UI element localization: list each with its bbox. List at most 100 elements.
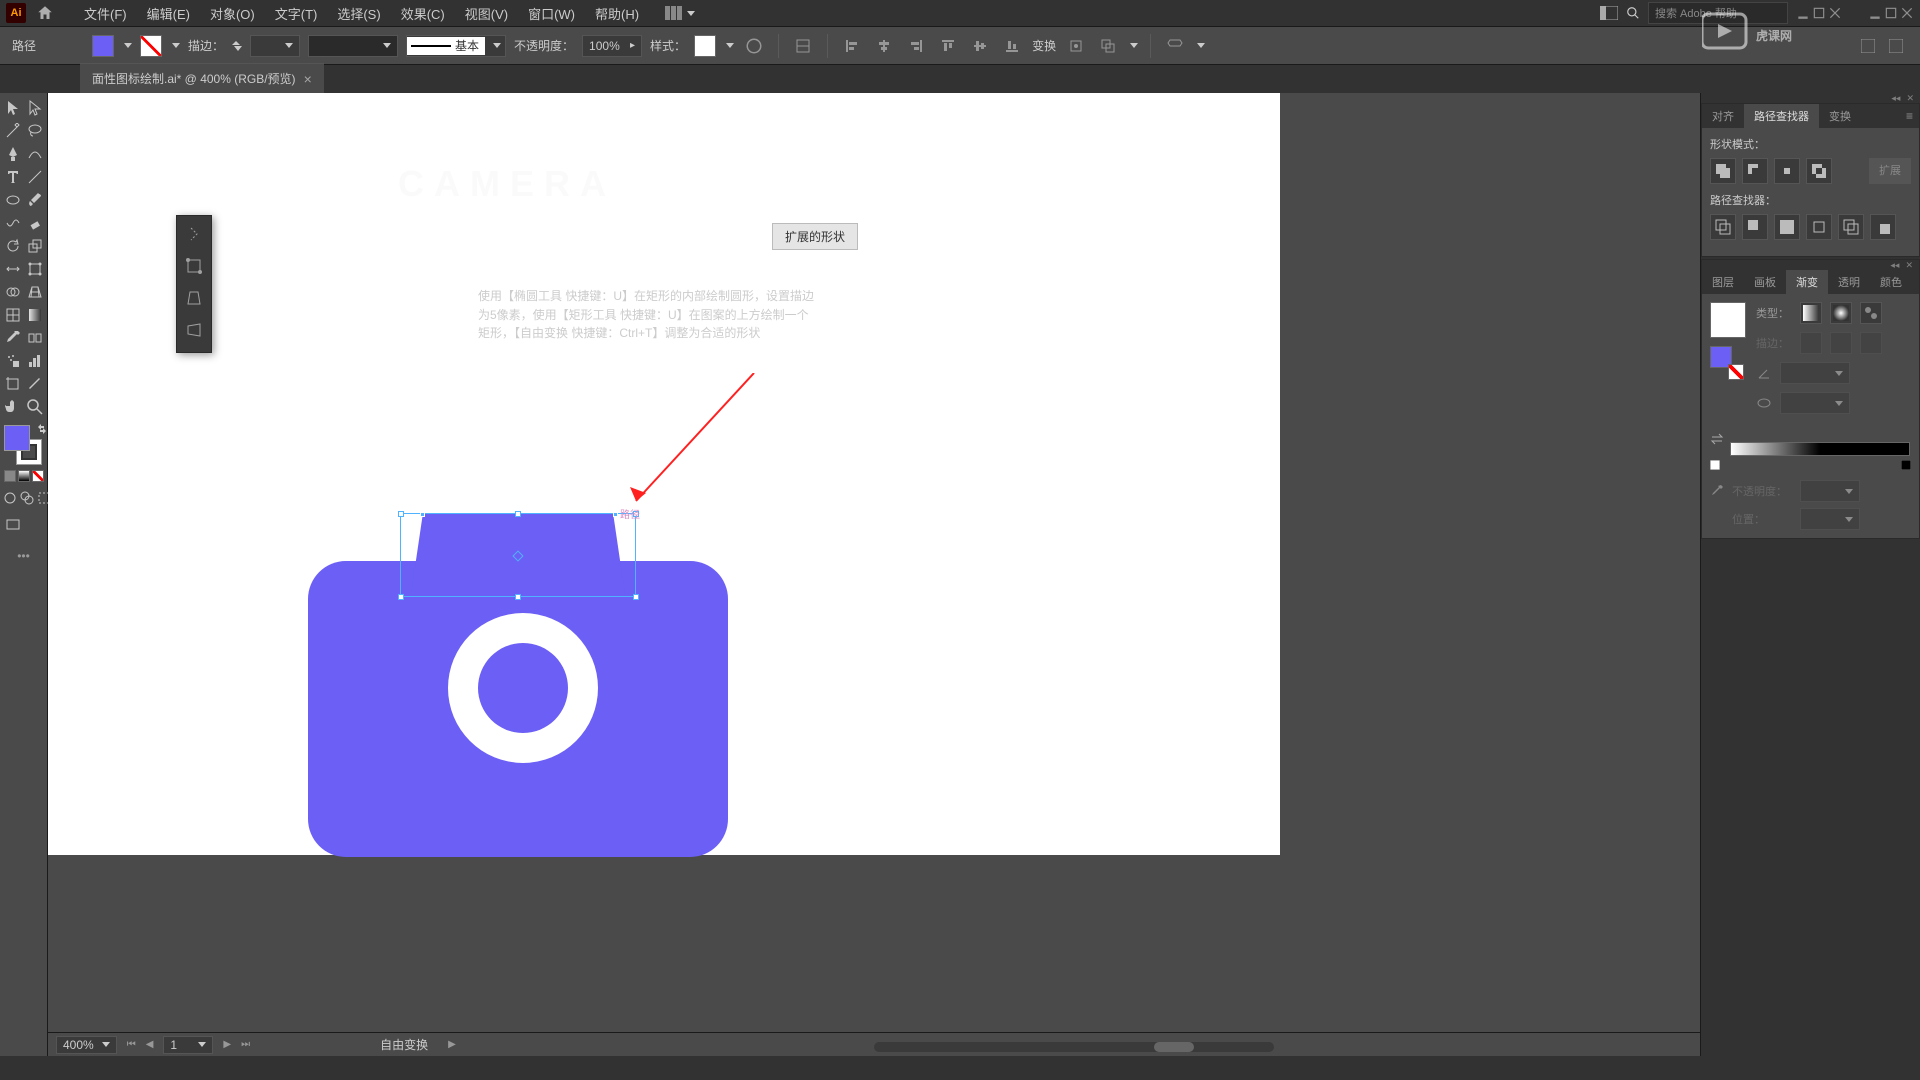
- draw-mode-normal[interactable]: [2, 487, 18, 509]
- anchor-point[interactable]: [420, 512, 425, 517]
- stroke-weight-input[interactable]: [250, 35, 300, 57]
- gradient-preview-swatch[interactable]: [1710, 302, 1746, 338]
- pf-minus-back[interactable]: [1870, 214, 1896, 240]
- menu-window[interactable]: 窗口(W): [518, 0, 585, 27]
- stroke-dropdown[interactable]: [172, 43, 180, 48]
- horizontal-scrollbar[interactable]: [874, 1042, 1274, 1052]
- gradient-tool[interactable]: [24, 304, 45, 326]
- symbol-sprayer-tool[interactable]: [2, 350, 23, 372]
- status-play-icon[interactable]: ▶: [448, 1039, 456, 1050]
- canvas-area[interactable]: CAMERA 路径 扩展的形状 使用【椭圆工具 快捷键：U】在矩形的内部绘制圆形…: [48, 93, 1700, 1056]
- pf-unite[interactable]: [1710, 158, 1736, 184]
- gradient-position-input[interactable]: [1800, 508, 1860, 530]
- selection-handle-br[interactable]: [633, 594, 639, 600]
- ft-constrain-icon[interactable]: [180, 220, 208, 248]
- pf-trim[interactable]: [1742, 214, 1768, 240]
- tab-gradient[interactable]: 渐变: [1786, 270, 1828, 294]
- menu-type[interactable]: 文字(T): [265, 0, 328, 27]
- artboard-tool[interactable]: [2, 373, 23, 395]
- panel-toggle-2[interactable]: [1884, 34, 1908, 58]
- transform-label[interactable]: 变换: [1032, 37, 1056, 54]
- menu-edit[interactable]: 编辑(E): [137, 0, 200, 27]
- gradient-slider[interactable]: [1730, 442, 1910, 456]
- artboard-first-icon[interactable]: ⏮: [127, 1039, 136, 1050]
- fill-stroke-indicator[interactable]: [4, 425, 44, 465]
- direct-selection-tool[interactable]: [24, 97, 45, 119]
- align-vcenter-icon[interactable]: [968, 34, 992, 58]
- search-input[interactable]: 搜索 Adobe 帮助: [1648, 2, 1788, 24]
- search-icon[interactable]: [1626, 6, 1640, 20]
- pen-tool[interactable]: [2, 143, 23, 165]
- align-left-icon[interactable]: [840, 34, 864, 58]
- pf-merge[interactable]: [1774, 214, 1800, 240]
- rotate-tool[interactable]: [2, 235, 23, 257]
- gradient-radial-icon[interactable]: [1830, 302, 1852, 324]
- free-transform-widget[interactable]: [176, 215, 212, 353]
- home-icon[interactable]: [36, 4, 54, 22]
- ft-perspective-icon[interactable]: [180, 284, 208, 312]
- tab-align[interactable]: 对齐: [1702, 104, 1744, 128]
- curvature-tool[interactable]: [24, 143, 45, 165]
- draw-mode-behind[interactable]: [19, 487, 35, 509]
- style-dropdown[interactable]: [726, 43, 734, 48]
- menu-object[interactable]: 对象(O): [200, 0, 265, 27]
- opacity-input[interactable]: 100%▸: [582, 35, 642, 57]
- fill-color-swatch[interactable]: [92, 35, 114, 57]
- mesh-tool[interactable]: [2, 304, 23, 326]
- type-tool[interactable]: [2, 166, 23, 188]
- eyedropper-tool[interactable]: [2, 327, 23, 349]
- arrange-docs[interactable]: [665, 6, 695, 20]
- layout-icon[interactable]: [1600, 6, 1618, 20]
- shaper-tool[interactable]: [2, 212, 23, 234]
- magic-wand-tool[interactable]: [2, 120, 23, 142]
- ft-free-distort-icon[interactable]: [180, 316, 208, 344]
- gradient-reverse-icon[interactable]: [1710, 432, 1724, 446]
- panel-collapse-strip[interactable]: ◂◂✕: [1702, 260, 1919, 270]
- panel-toggle-1[interactable]: [1856, 34, 1880, 58]
- selection-handle-tl[interactable]: [398, 511, 404, 517]
- rectangle-tool[interactable]: [2, 189, 23, 211]
- edit-toolbar-icon[interactable]: •••: [2, 549, 45, 563]
- swap-fill-stroke-icon[interactable]: [36, 423, 48, 435]
- app-window-controls[interactable]: [1868, 6, 1914, 20]
- pf-crop[interactable]: [1806, 214, 1832, 240]
- lasso-tool[interactable]: [24, 120, 45, 142]
- panel-menu-icon[interactable]: ≡: [1900, 109, 1919, 123]
- stroke-color-swatch[interactable]: [140, 35, 162, 57]
- tab-close-icon[interactable]: ×: [304, 71, 312, 87]
- shape-builder-tool[interactable]: [2, 281, 23, 303]
- menu-file[interactable]: 文件(F): [74, 0, 137, 27]
- zoom-tool[interactable]: [24, 396, 45, 418]
- pf-minus-front[interactable]: [1742, 158, 1768, 184]
- align-panel-icon[interactable]: [791, 34, 815, 58]
- hand-tool[interactable]: [2, 396, 23, 418]
- selection-handle-tc[interactable]: [515, 511, 521, 517]
- pf-exclude[interactable]: [1806, 158, 1832, 184]
- gradient-angle-input[interactable]: [1780, 362, 1850, 384]
- screen-mode[interactable]: [2, 514, 24, 536]
- fill-dropdown[interactable]: [124, 43, 132, 48]
- gradient-stop-start[interactable]: [1710, 460, 1720, 470]
- isolate-icon[interactable]: [1064, 34, 1088, 58]
- color-mode-swatches[interactable]: [4, 470, 45, 482]
- zoom-level-combo[interactable]: 400%: [56, 1036, 117, 1054]
- graph-tool[interactable]: [24, 350, 45, 372]
- var-width-profile[interactable]: [308, 35, 398, 57]
- expanded-shape-chip[interactable]: 扩展的形状: [772, 223, 858, 250]
- brush-definition[interactable]: 基本: [406, 35, 506, 57]
- artboard-number-combo[interactable]: 1: [163, 1036, 213, 1054]
- scale-tool[interactable]: [24, 235, 45, 257]
- gradient-stroke-swatch[interactable]: [1728, 364, 1744, 380]
- selection-handle-bl[interactable]: [398, 594, 404, 600]
- gradient-eyedropper-icon[interactable]: [1710, 484, 1724, 498]
- gradient-stop-end[interactable]: [1901, 460, 1911, 470]
- tab-layers[interactable]: 图层: [1702, 270, 1744, 294]
- gradient-freeform-icon[interactable]: [1860, 302, 1882, 324]
- blend-tool[interactable]: [24, 327, 45, 349]
- align-bottom-icon[interactable]: [1000, 34, 1024, 58]
- slice-tool[interactable]: [24, 373, 45, 395]
- menu-help[interactable]: 帮助(H): [585, 0, 649, 27]
- align-right-icon[interactable]: [904, 34, 928, 58]
- artboard-prev-icon[interactable]: ◀: [146, 1039, 154, 1050]
- tab-pathfinder[interactable]: 路径查找器: [1744, 104, 1819, 128]
